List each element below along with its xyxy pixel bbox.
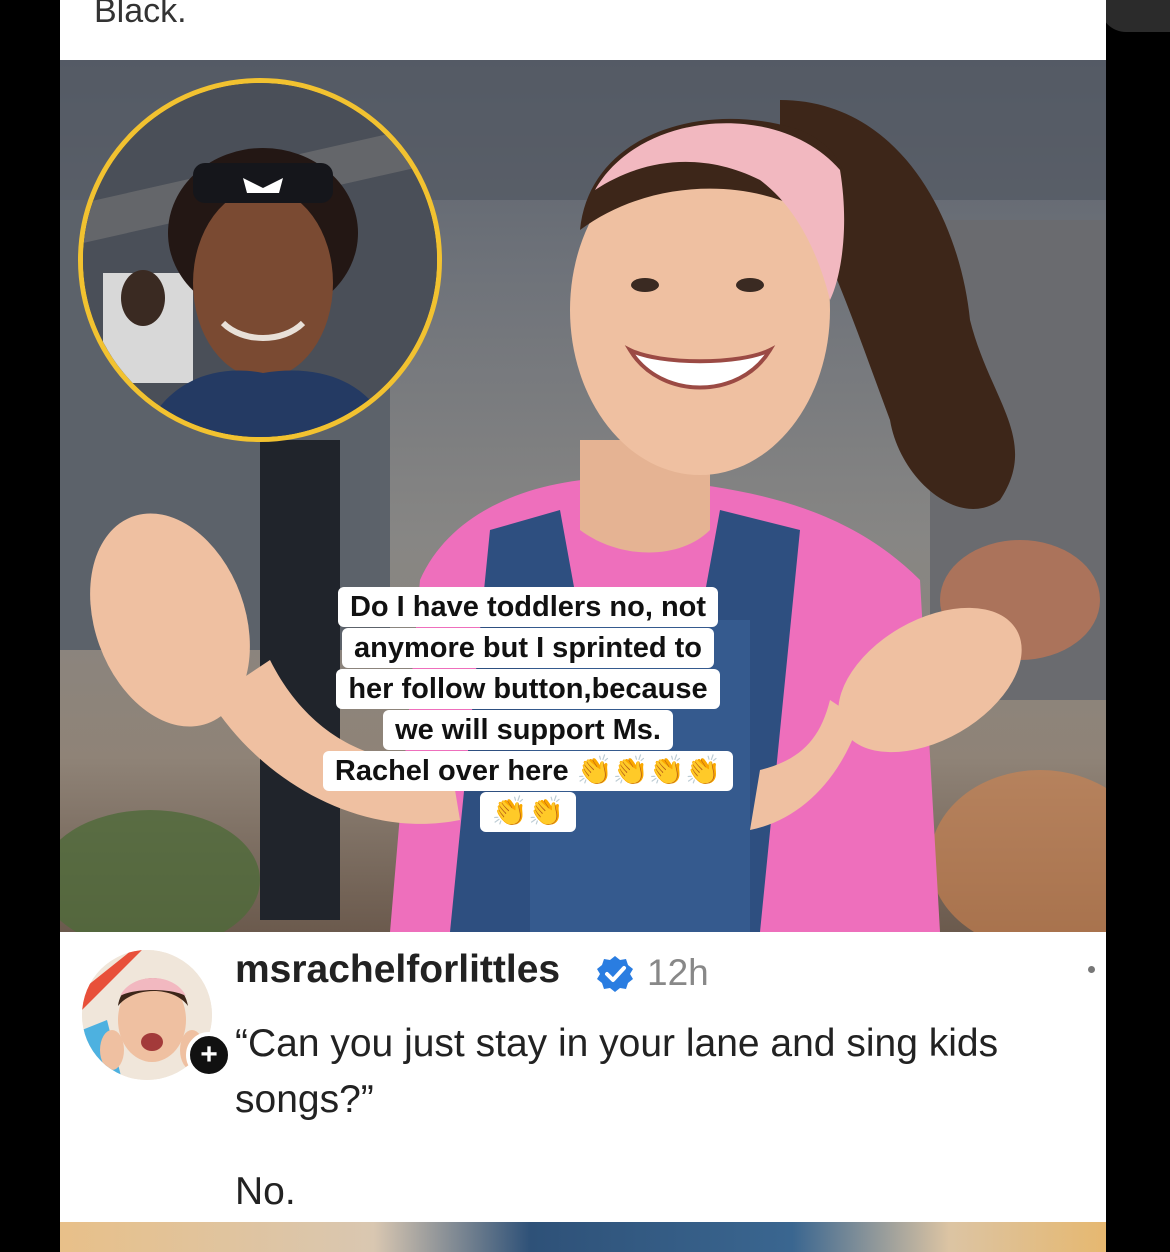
right-dark-bar bbox=[1106, 0, 1170, 1252]
inset-person-illustration bbox=[83, 83, 437, 437]
plus-icon[interactable]: + bbox=[186, 1032, 232, 1078]
profile-avatar-wrap[interactable]: + bbox=[82, 950, 232, 1080]
post-reply-text: No. bbox=[235, 1170, 296, 1213]
corner-pill bbox=[1100, 0, 1170, 32]
overlay-line: Rachel over here 👏👏👏👏 bbox=[322, 751, 734, 791]
post-photo: Do I have toddlers no, not anymore but I… bbox=[60, 60, 1106, 932]
reaction-inset-circle bbox=[78, 78, 442, 442]
verified-check-icon bbox=[597, 956, 633, 992]
overlay-line: 👏👏 bbox=[479, 792, 577, 832]
overlay-line: her follow button,because bbox=[336, 669, 720, 709]
overlay-line: anymore but I sprinted to bbox=[341, 628, 715, 668]
post-username[interactable]: msrachelforlittles bbox=[235, 948, 560, 992]
post-timestamp: 12h bbox=[647, 952, 709, 993]
previous-post-fragment: Black. bbox=[60, 0, 1106, 60]
overlay-line: we will support Ms. bbox=[383, 710, 673, 750]
left-dark-bar bbox=[0, 0, 60, 1252]
more-options-icon[interactable] bbox=[1088, 966, 1095, 973]
overlay-text-block: Do I have toddlers no, not anymore but I… bbox=[298, 587, 758, 833]
post-caption: “Can you just stay in your lane and sing… bbox=[235, 1022, 999, 1121]
overlay-line: Do I have toddlers no, not bbox=[337, 587, 719, 627]
previous-post-text: Black. bbox=[94, 0, 187, 30]
post-card: + msrachelforlittles 12h “Can you just s… bbox=[60, 932, 1106, 1222]
next-image-fragment bbox=[60, 1222, 1106, 1252]
